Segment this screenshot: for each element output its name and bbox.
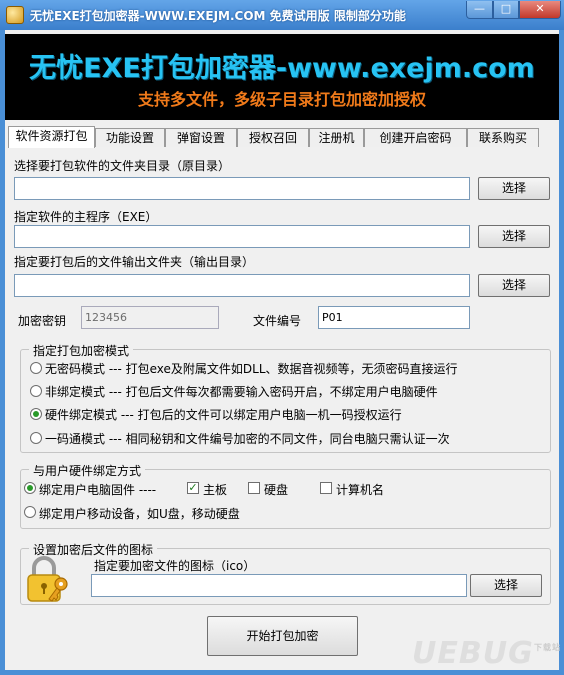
tab-contact-buy[interactable]: 联系购买 xyxy=(467,128,539,147)
mode-hardware-bound-label[interactable]: 硬件绑定模式 --- 打包后的文件可以绑定用户电脑一机一码授权运行 xyxy=(45,406,402,423)
tab-create-password[interactable]: 创建开启密码 xyxy=(364,128,467,147)
icon-file-input[interactable] xyxy=(91,574,467,597)
start-pack-button[interactable]: 开始打包加密 xyxy=(207,616,358,656)
bind-group-title: 与用户硬件绑定方式 xyxy=(29,462,146,479)
icon-file-label: 指定要加密文件的图标（ico） xyxy=(94,559,256,573)
minimize-button[interactable]: — xyxy=(466,1,493,19)
tab-auth-recall[interactable]: 授权召回 xyxy=(237,128,309,147)
watermark: UEBUG 下载站 xyxy=(412,636,560,671)
mainboard-checkbox[interactable]: ✓ xyxy=(187,482,199,494)
mode-hardware-bound-radio[interactable] xyxy=(30,408,42,420)
main-exe-label: 指定软件的主程序（EXE） xyxy=(14,210,158,224)
source-dir-input[interactable] xyxy=(14,177,470,200)
key-label: 加密密钥 xyxy=(18,314,67,328)
watermark-small: 下载站 xyxy=(534,643,561,652)
bind-pc-label[interactable]: 绑定用户电脑固件 ---- xyxy=(39,481,156,498)
mode-unbound-label[interactable]: 非绑定模式 --- 打包后文件每次都需要输入密码开启，不绑定用户电脑硬件 xyxy=(45,383,438,400)
bind-mobile-radio[interactable] xyxy=(24,506,36,518)
lock-key-icon xyxy=(27,556,68,602)
icon-browse-button[interactable]: 选择 xyxy=(470,574,542,597)
window-title: 无忧EXE打包加密器-WWW.EXEJM.COM 免费试用版 限制部分功能 xyxy=(30,9,406,23)
computer-name-checkbox[interactable] xyxy=(320,482,332,494)
source-dir-label: 选择要打包软件的文件夹目录（原目录） xyxy=(14,159,231,173)
app-window: 无忧EXE打包加密器-WWW.EXEJM.COM 免费试用版 限制部分功能 — … xyxy=(0,0,564,675)
source-browse-button[interactable]: 选择 xyxy=(478,177,550,200)
output-browse-button[interactable]: 选择 xyxy=(478,274,550,297)
watermark-text: UEBUG xyxy=(412,636,534,671)
file-number-label: 文件编号 xyxy=(253,314,302,328)
output-dir-input[interactable] xyxy=(14,274,470,297)
mode-group-title: 指定打包加密模式 xyxy=(29,342,134,359)
mode-no-password-radio[interactable] xyxy=(30,362,42,374)
banner: 无忧EXE打包加密器-www.exejm.com 支持多文件，多级子目录打包加密… xyxy=(5,34,559,120)
mode-one-code-label[interactable]: 一码通模式 --- 相同秘钥和文件编号加密的不同文件，同台电脑只需认证一次 xyxy=(45,430,450,447)
tab-bar: 软件资源打包 功能设置 弹窗设置 授权召回 注册机 创建开启密码 联系购买 xyxy=(8,126,558,148)
main-exe-input[interactable] xyxy=(14,225,470,248)
mode-unbound-radio[interactable] xyxy=(30,385,42,397)
tab-function-settings[interactable]: 功能设置 xyxy=(95,128,165,147)
bind-mobile-label[interactable]: 绑定用户移动设备，如U盘，移动硬盘 xyxy=(39,505,240,522)
output-dir-label: 指定要打包后的文件输出文件夹（输出目录） xyxy=(14,255,255,269)
tab-keygen[interactable]: 注册机 xyxy=(309,128,364,147)
disk-label[interactable]: 硬盘 xyxy=(264,481,288,498)
close-button[interactable]: ✕ xyxy=(519,1,561,19)
main-exe-browse-button[interactable]: 选择 xyxy=(478,225,550,248)
banner-title: 无忧EXE打包加密器-www.exejm.com xyxy=(29,53,535,84)
tab-popup-settings[interactable]: 弹窗设置 xyxy=(165,128,237,147)
maximize-button[interactable]: □ xyxy=(493,1,519,19)
disk-checkbox[interactable] xyxy=(248,482,260,494)
app-icon xyxy=(6,6,24,24)
title-bar[interactable]: 无忧EXE打包加密器-WWW.EXEJM.COM 免费试用版 限制部分功能 — … xyxy=(0,0,564,30)
mode-no-password-label[interactable]: 无密码模式 --- 打包exe及附属文件如DLL、数据音视频等，无须密码直接运行 xyxy=(45,360,458,377)
file-number-input[interactable]: P01 xyxy=(318,306,470,329)
key-input[interactable]: 123456 xyxy=(81,306,219,329)
bind-pc-radio[interactable] xyxy=(24,482,36,494)
banner-subtitle: 支持多文件，多级子目录打包加密加授权 xyxy=(137,90,426,109)
computer-name-label[interactable]: 计算机名 xyxy=(336,481,384,498)
mode-one-code-radio[interactable] xyxy=(30,432,42,444)
mainboard-label[interactable]: 主板 xyxy=(203,481,227,498)
tab-resource-pack[interactable]: 软件资源打包 xyxy=(8,126,95,148)
